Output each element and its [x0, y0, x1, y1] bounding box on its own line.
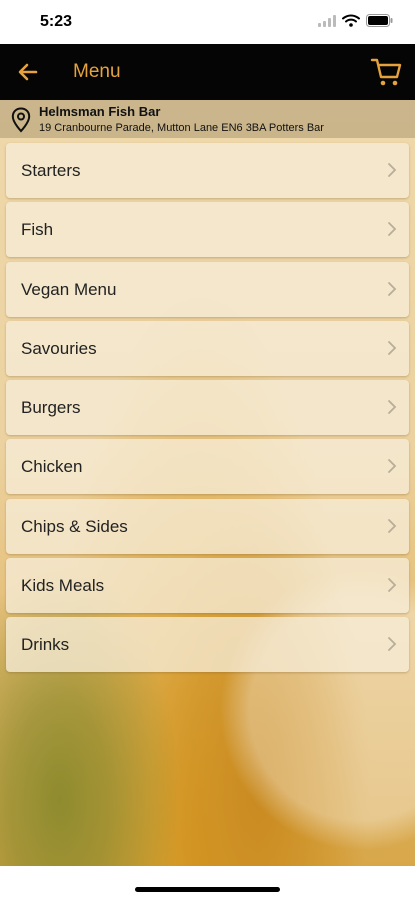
chevron-right-icon [388, 578, 397, 592]
menu-item-starters[interactable]: Starters [6, 143, 409, 198]
navigation-bar: Menu [0, 44, 415, 100]
back-button[interactable] [14, 58, 44, 86]
chevron-right-icon [388, 459, 397, 474]
arrow-left-icon [18, 63, 38, 81]
menu-item-label: Fish [21, 220, 54, 240]
menu-item-label: Vegan Menu [21, 279, 117, 299]
menu-category-list: Starters Fish Vegan Menu Savouries Burge… [6, 143, 409, 677]
battery-icon [366, 14, 393, 27]
shop-name: Helmsman Fish Bar [39, 104, 161, 119]
menu-item-label: Starters [21, 161, 81, 180]
status-icons [318, 14, 393, 27]
shop-address: 19 Cranbourne Parade, Mutton Lane EN6 3B… [39, 122, 324, 134]
cart-icon [370, 58, 402, 86]
chevron-right-icon [388, 281, 397, 296]
wifi-icon [342, 14, 360, 27]
menu-item-fish[interactable]: Fish [6, 202, 409, 258]
home-area [0, 866, 415, 900]
chevron-right-icon [388, 163, 397, 177]
cart-button[interactable] [369, 56, 403, 88]
menu-item-label: Kids Meals [21, 576, 105, 596]
menu-item-label: Chips & Sides [21, 516, 128, 536]
chevron-right-icon [388, 518, 397, 533]
menu-item-label: Chicken [21, 457, 83, 477]
menu-content: Helmsman Fish Bar 19 Cranbourne Parade, … [0, 100, 415, 866]
menu-item-savouries[interactable]: Savouries [6, 320, 409, 376]
home-indicator[interactable] [135, 887, 280, 892]
chevron-right-icon [388, 400, 397, 415]
status-bar: 5:23 [0, 0, 415, 44]
menu-item-label: Drinks [21, 635, 70, 655]
chevron-right-icon [388, 637, 397, 652]
menu-item-label: Savouries [21, 338, 97, 358]
chevron-right-icon [388, 340, 397, 355]
location-bar: Helmsman Fish Bar 19 Cranbourne Parade, … [0, 100, 415, 138]
menu-item-chips-sides[interactable]: Chips & Sides [6, 498, 409, 554]
signal-icon [318, 14, 336, 27]
menu-item-vegan-menu[interactable]: Vegan Menu [6, 261, 409, 317]
menu-item-drinks[interactable]: Drinks [6, 617, 409, 673]
menu-item-kids-meals[interactable]: Kids Meals [6, 558, 409, 614]
menu-item-burgers[interactable]: Burgers [6, 380, 409, 436]
map-pin-icon [11, 107, 31, 133]
menu-item-chicken[interactable]: Chicken [6, 439, 409, 495]
status-time: 5:23 [40, 13, 73, 30]
menu-item-label: Burgers [21, 398, 81, 418]
page-title: Menu [73, 61, 121, 82]
chevron-right-icon [388, 222, 397, 237]
